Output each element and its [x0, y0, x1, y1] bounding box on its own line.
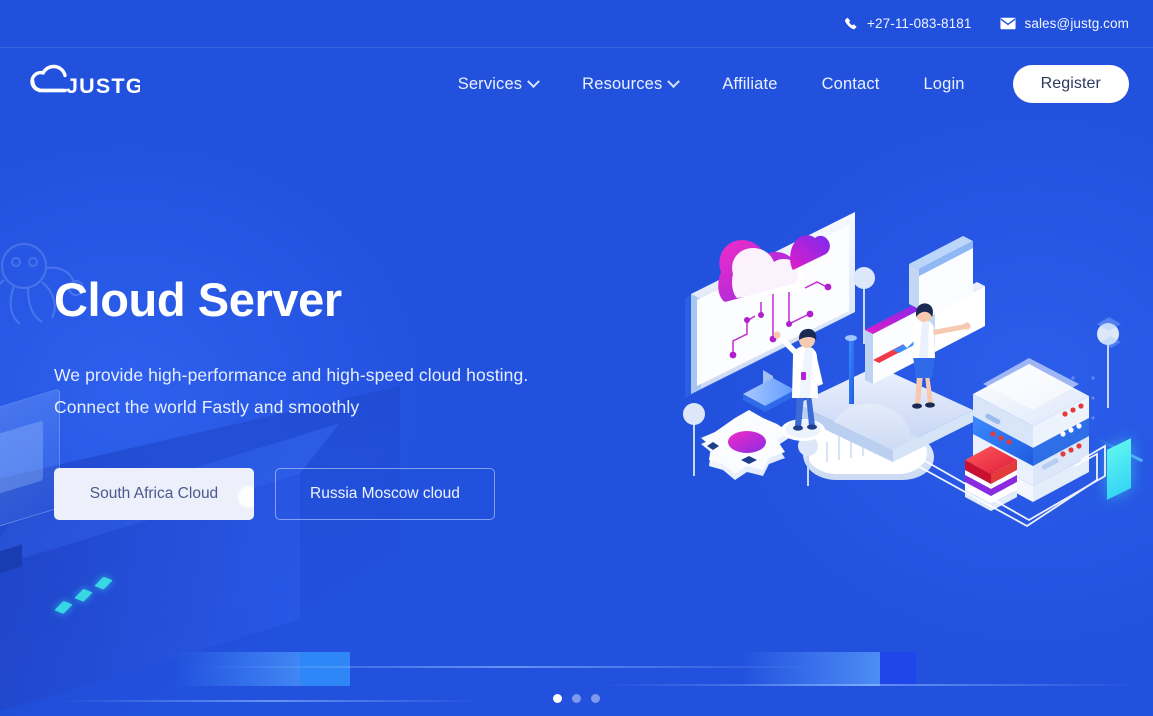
nav-item-resources[interactable]: Resources — [560, 67, 700, 102]
page-title: Cloud Server — [54, 273, 342, 326]
main-navigation: JUSTG Services Resources Affiliate Conta… — [0, 48, 1153, 120]
register-button[interactable]: Register — [1012, 65, 1129, 103]
led-indicator — [54, 600, 73, 614]
carousel-dot-1[interactable] — [553, 694, 562, 703]
led-indicator — [74, 588, 93, 602]
phone-icon — [845, 17, 857, 29]
carousel-dot-3[interactable] — [591, 694, 600, 703]
hero-subtitle: We provide high-performance and high-spe… — [54, 360, 654, 424]
nav-item-contact[interactable]: Contact — [800, 67, 902, 102]
hero-cta-row: South Africa Cloud Russia Moscow cloud — [54, 468, 654, 521]
nav-item-label: Login — [923, 74, 965, 93]
light-streak — [175, 652, 350, 686]
iso-block-panel — [0, 544, 22, 577]
hero-illustration — [677, 198, 1127, 538]
carousel-dots — [0, 694, 1153, 703]
hero-subtitle-line-1: We provide high-performance and high-spe… — [54, 365, 529, 386]
south-africa-cloud-button[interactable]: South Africa Cloud — [54, 468, 254, 521]
nav-item-services[interactable]: Services — [436, 67, 560, 102]
landing-page: +27-11-083-8181 sales@justg.com JUSTG Se… — [0, 0, 1153, 716]
nav-item-label: Affiliate — [722, 74, 778, 93]
hero-text-column: Cloud Server We provide high-performance… — [54, 120, 654, 521]
bottom-light-streaks — [0, 630, 1153, 716]
phone-number: +27-11-083-8181 — [867, 16, 972, 31]
gear-with-magenta-hub — [701, 410, 789, 480]
brand-logo[interactable]: JUSTG — [22, 60, 140, 108]
nav-item-label: Services — [457, 74, 523, 93]
light-streak-cap — [880, 652, 916, 686]
brand-wordmark: JUSTG — [66, 74, 140, 98]
nav-item-label: Contact — [821, 74, 880, 93]
chevron-down-icon — [527, 74, 541, 88]
nav-menu: Services Resources Affiliate Contact Log… — [436, 65, 1129, 103]
contact-email[interactable]: sales@justg.com — [999, 16, 1130, 31]
hairline-streak — [200, 666, 820, 668]
email-address: sales@justg.com — [1024, 16, 1129, 31]
chevron-down-icon — [667, 74, 681, 88]
cloud-logo-icon: JUSTG — [30, 64, 140, 98]
top-contact-bar: +27-11-083-8181 sales@justg.com — [0, 0, 1153, 48]
russia-moscow-cloud-button[interactable]: Russia Moscow cloud — [275, 468, 495, 521]
nav-item-label: Resources — [582, 74, 663, 93]
led-indicator — [94, 576, 113, 590]
hero-subtitle-line-2: Connect the world Fastly and smoothly — [54, 397, 360, 418]
light-streak — [740, 652, 915, 686]
carousel-dot-2[interactable] — [572, 694, 581, 703]
monitor-with-cloud — [685, 212, 855, 412]
nav-item-login[interactable]: Login — [901, 67, 986, 102]
envelope-icon — [999, 17, 1016, 30]
nav-item-affiliate[interactable]: Affiliate — [700, 67, 799, 102]
hairline-streak — [600, 684, 1140, 686]
large-cloud-platform — [797, 366, 973, 480]
light-streak-cap — [300, 652, 350, 686]
isometric-cloud-computing-illustration — [683, 212, 1121, 528]
contact-phone[interactable]: +27-11-083-8181 — [844, 16, 971, 31]
floating-screens — [845, 236, 985, 404]
